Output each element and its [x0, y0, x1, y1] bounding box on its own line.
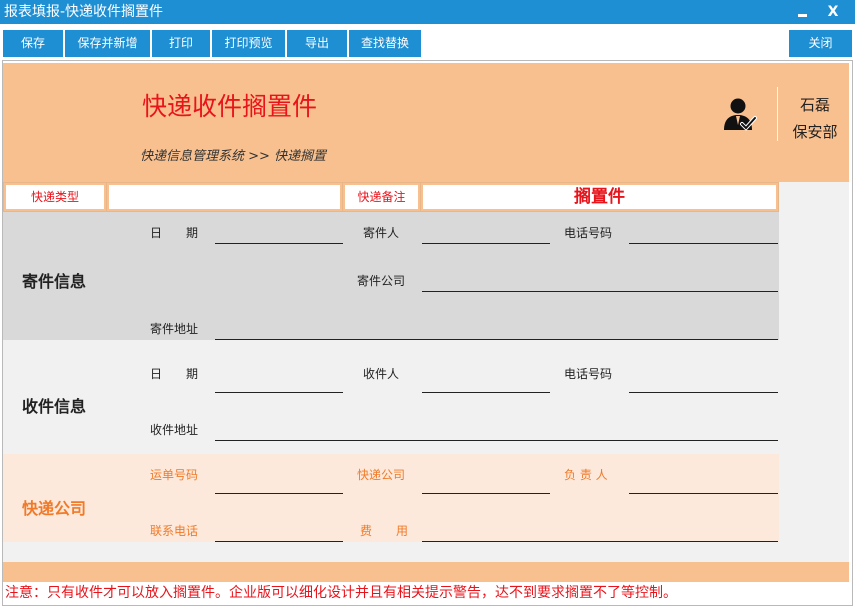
remark-value-cell[interactable]: 搁置件 [420, 182, 779, 212]
receiver-person-input[interactable] [422, 369, 550, 391]
receiver-date-input[interactable] [215, 369, 343, 391]
manager-input[interactable] [629, 470, 778, 492]
toolbar: 保存 保存并新增 打印 打印预览 导出 查找替换 关闭 [0, 24, 855, 60]
courier-company-label: 快递公司 [357, 468, 406, 482]
sender-company-input[interactable] [422, 268, 778, 290]
close-form-button[interactable]: 关闭 [789, 30, 852, 57]
user-name: 石磊 [799, 96, 830, 114]
sender-date-input[interactable] [215, 220, 343, 242]
remark-label-cell: 快递备注 [342, 182, 421, 212]
header-divider [777, 87, 778, 141]
right-margin [779, 182, 849, 562]
receiver-phone-underline [629, 392, 778, 393]
courier-section-title: 快递公司 [22, 499, 87, 518]
sender-person-input[interactable] [422, 220, 550, 242]
window-close-button[interactable]: X [823, 2, 843, 22]
receiver-address-label: 收件地址 [150, 423, 199, 437]
save-button[interactable]: 保存 [3, 30, 63, 57]
remark-label: 快递备注 [345, 185, 418, 209]
sender-person-underline [422, 243, 550, 244]
form-bottom-spacer [3, 542, 779, 562]
receiver-person-underline [422, 392, 550, 393]
courier-company-input[interactable] [422, 470, 550, 492]
receiver-phone-input[interactable] [629, 369, 778, 391]
sender-person-label: 寄件人 [363, 226, 400, 240]
form-header: 快递收件搁置件 快递信息管理系统 >> 快递搁置 石磊 保安部 [3, 63, 849, 182]
user-department: 保安部 [792, 123, 838, 141]
sender-address-input[interactable] [215, 316, 778, 338]
receiver-phone-label: 电话号码 [564, 367, 613, 381]
sender-date-underline [215, 243, 343, 244]
breadcrumb: 快递信息管理系统 >> 快递搁置 [140, 149, 327, 164]
type-value-cell[interactable] [106, 182, 343, 212]
sender-date-label: 日 期 [150, 226, 199, 240]
fee-label: 费 用 [360, 524, 409, 538]
save-and-new-button[interactable]: 保存并新增 [65, 30, 150, 57]
window-title: 报表填报-快递收件搁置件 [4, 4, 164, 20]
waybill-label: 运单号码 [150, 468, 199, 482]
sender-company-underline [422, 291, 778, 292]
minimize-icon [798, 14, 807, 17]
manager-label: 负 责 人 [564, 468, 608, 482]
courier-company-underline [422, 493, 550, 494]
receiver-address-underline [215, 440, 778, 441]
type-label: 快递类型 [6, 185, 104, 209]
receiver-date-underline [215, 392, 343, 393]
type-value[interactable] [109, 185, 340, 209]
print-preview-button[interactable]: 打印预览 [212, 30, 285, 57]
waybill-underline [215, 493, 343, 494]
window-titlebar: 报表填报-快递收件搁置件 X [0, 0, 855, 24]
print-button[interactable]: 打印 [152, 30, 210, 57]
receiver-person-label: 收件人 [363, 367, 400, 381]
receiver-section-title: 收件信息 [22, 397, 87, 416]
contact-phone-label: 联系电话 [150, 524, 199, 538]
receiver-date-label: 日 期 [150, 367, 199, 381]
sender-section-title: 寄件信息 [22, 272, 87, 291]
remark-value[interactable]: 搁置件 [423, 185, 776, 209]
type-label-cell: 快递类型 [3, 182, 107, 212]
user-check-icon [724, 98, 757, 131]
minimize-button[interactable] [792, 2, 812, 22]
sender-phone-input[interactable] [629, 220, 778, 242]
export-button[interactable]: 导出 [287, 30, 347, 57]
find-replace-button[interactable]: 查找替换 [349, 30, 421, 57]
receiver-address-input[interactable] [215, 417, 778, 439]
sender-company-label: 寄件公司 [357, 274, 406, 288]
sender-address-label: 寄件地址 [150, 322, 199, 336]
page-title: 快递收件搁置件 [142, 92, 318, 121]
fee-input[interactable] [422, 518, 778, 540]
contact-phone-input[interactable] [215, 518, 343, 540]
notice-text: 注意：只有收件才可以放入搁置件。企业版可以细化设计并且有相关提示警告，达不到要求… [5, 585, 677, 601]
sender-phone-label: 电话号码 [564, 226, 613, 240]
manager-underline [629, 493, 778, 494]
footer-bar [3, 562, 849, 582]
sender-phone-underline [629, 243, 778, 244]
waybill-input[interactable] [215, 470, 343, 492]
